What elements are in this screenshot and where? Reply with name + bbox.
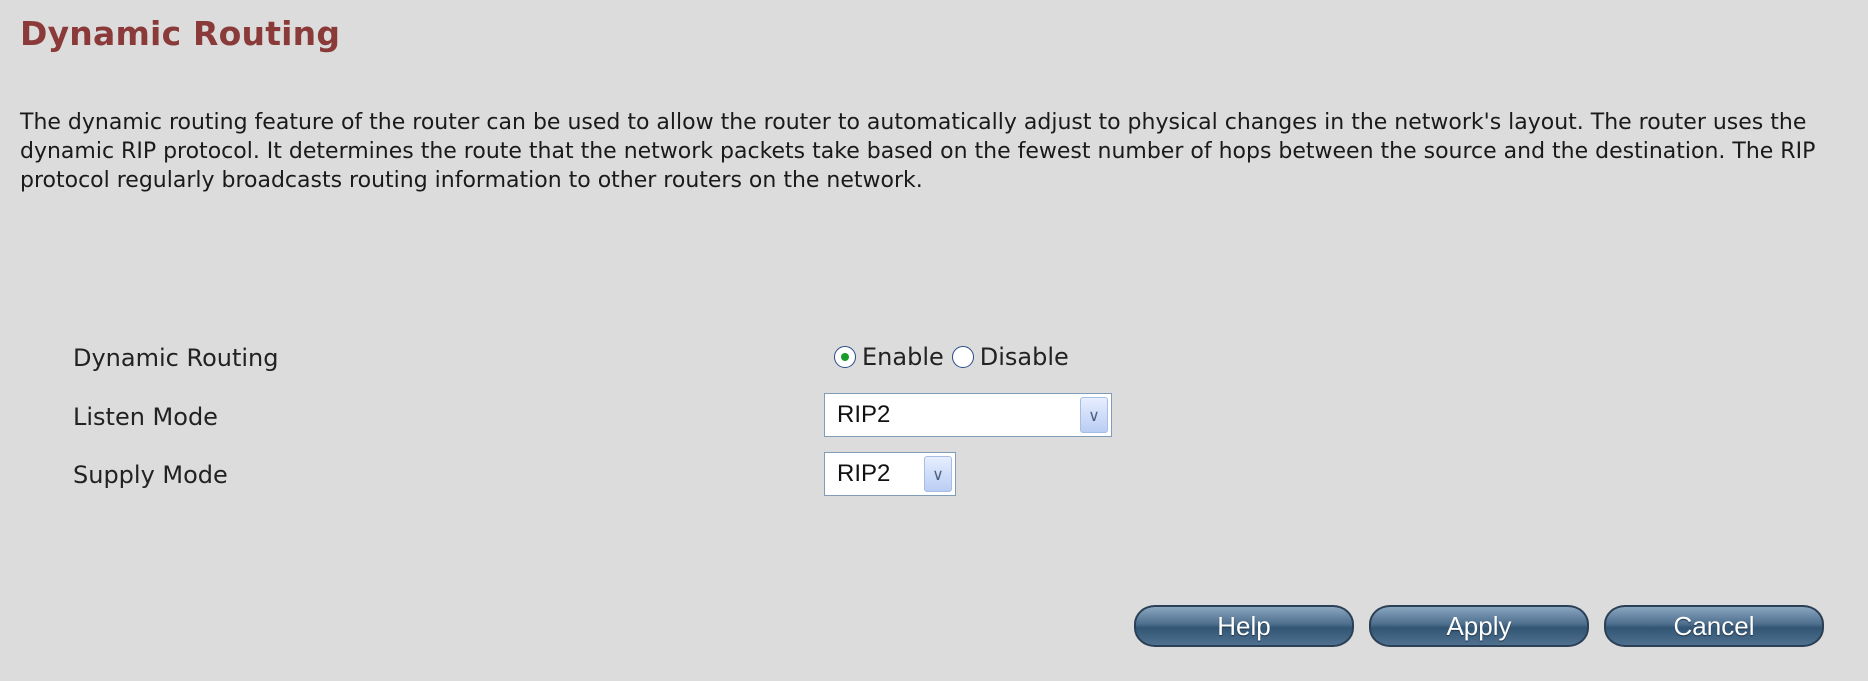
supply-mode-select[interactable]: RIP2 ∨ xyxy=(824,452,956,496)
listen-mode-label: Listen Mode xyxy=(73,403,218,431)
disable-radio[interactable] xyxy=(951,346,974,368)
dynamic-routing-radio-group: Enable Disable xyxy=(834,343,1077,371)
listen-mode-value: RIP2 xyxy=(837,401,891,428)
help-button[interactable]: Help xyxy=(1134,605,1354,647)
dynamic-routing-label: Dynamic Routing xyxy=(73,344,279,372)
chevron-down-icon[interactable]: ∨ xyxy=(924,456,952,492)
disable-radio-label[interactable]: Disable xyxy=(980,343,1069,371)
cancel-button[interactable]: Cancel xyxy=(1604,605,1824,647)
page-description: The dynamic routing feature of the route… xyxy=(20,110,1816,193)
radio-selected-dot xyxy=(841,353,849,361)
listen-mode-select[interactable]: RIP2 ∨ xyxy=(824,393,1112,437)
chevron-down-icon[interactable]: ∨ xyxy=(1080,397,1108,433)
enable-radio[interactable] xyxy=(834,346,856,368)
enable-radio-label[interactable]: Enable xyxy=(862,343,944,371)
page-title: Dynamic Routing xyxy=(20,14,341,53)
apply-button[interactable]: Apply xyxy=(1369,605,1589,647)
supply-mode-value: RIP2 xyxy=(837,460,891,487)
dynamic-routing-panel: Dynamic Routing The dynamic routing feat… xyxy=(0,0,1868,681)
supply-mode-label: Supply Mode xyxy=(73,461,228,489)
